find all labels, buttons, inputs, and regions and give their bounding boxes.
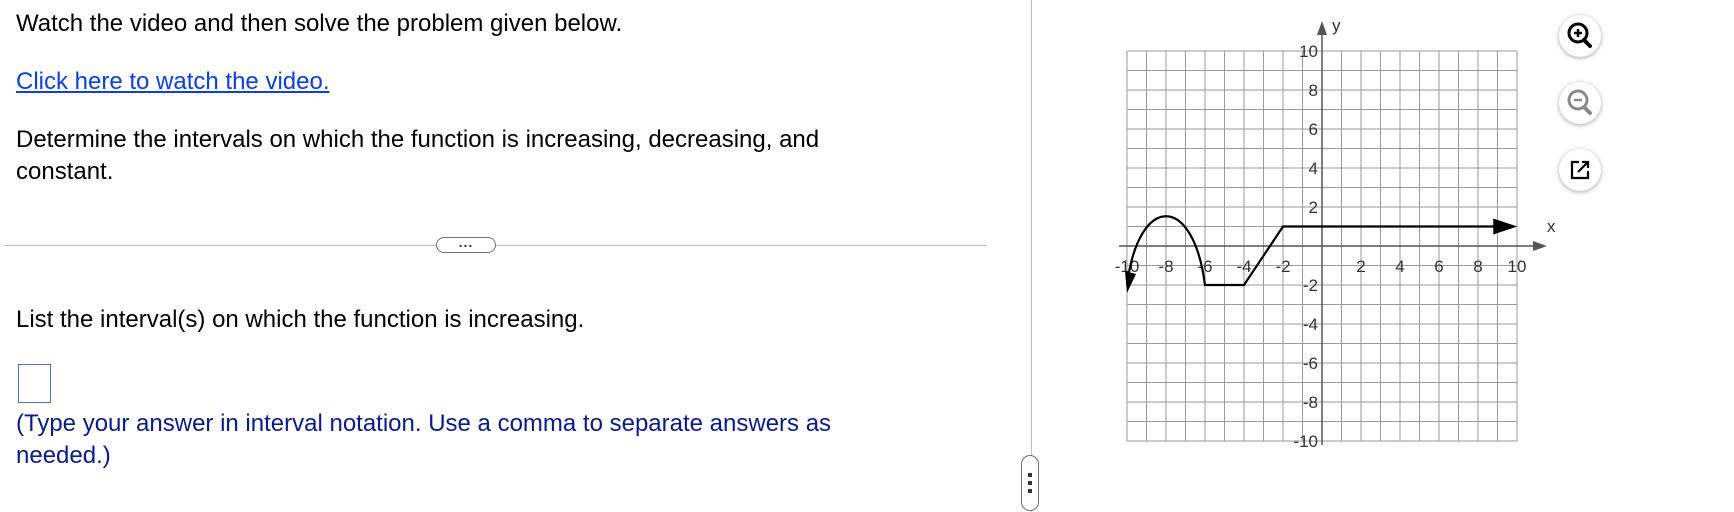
x-tick-label: 2 bbox=[1356, 257, 1365, 276]
y-tick-label: -6 bbox=[1303, 354, 1318, 373]
x-axis-label: x bbox=[1547, 217, 1556, 236]
question-pane: Watch the video and then solve the probl… bbox=[0, 0, 1030, 512]
popout-icon bbox=[1570, 160, 1590, 180]
splitter-handle[interactable] bbox=[1021, 455, 1039, 511]
x-tick-label: 10 bbox=[1508, 257, 1527, 276]
zoom-in-icon bbox=[1567, 22, 1592, 48]
y-axis-arrow bbox=[1317, 21, 1327, 35]
handle-dot bbox=[1028, 489, 1032, 493]
y-tick-label: 4 bbox=[1309, 159, 1318, 178]
curve-right-arrow bbox=[1493, 218, 1518, 235]
zoom-out-icon bbox=[1567, 89, 1592, 115]
intro-text: Watch the video and then solve the probl… bbox=[16, 10, 623, 37]
x-tick-label: 6 bbox=[1434, 257, 1443, 276]
expand-button[interactable]: ... bbox=[436, 235, 496, 253]
popout-button[interactable] bbox=[1559, 149, 1601, 191]
y-tick-label: 10 bbox=[1299, 42, 1318, 61]
zoom-in-button[interactable] bbox=[1559, 15, 1601, 57]
answer-input[interactable] bbox=[18, 364, 51, 403]
x-axis-arrow bbox=[1533, 241, 1547, 251]
hint-text: (Type your answer in interval notation. … bbox=[16, 410, 832, 469]
prompt-text: List the interval(s) on which the functi… bbox=[16, 306, 585, 333]
handle-dot bbox=[1028, 473, 1032, 477]
pane-splitter bbox=[1031, 0, 1032, 512]
question-text: Determine the intervals on which the fun… bbox=[16, 126, 820, 185]
page: Watch the video and then solve the probl… bbox=[0, 0, 1734, 512]
x-tick-label: -2 bbox=[1275, 257, 1290, 276]
function-graph: xy-10 -8 -6 -4 -2 2 4 6 8 10108642-2-4-6-8-10 bbox=[1115, 16, 1556, 451]
y-tick-label: -4 bbox=[1303, 315, 1318, 334]
video-link[interactable]: Click here to watch the video. bbox=[16, 66, 330, 98]
y-axis-label: y bbox=[1332, 16, 1341, 35]
y-tick-label: -10 bbox=[1293, 432, 1318, 451]
function-curve bbox=[1125, 215, 1508, 287]
y-tick-label: 8 bbox=[1309, 81, 1318, 100]
zoom-out-button[interactable] bbox=[1559, 82, 1601, 124]
y-tick-label: 2 bbox=[1309, 198, 1318, 217]
x-tick-label: -4 bbox=[1236, 257, 1251, 276]
handle-dot bbox=[1028, 481, 1032, 485]
x-tick-label: 8 bbox=[1473, 257, 1482, 276]
x-tick-label: -8 bbox=[1158, 257, 1173, 276]
y-tick-label: -8 bbox=[1303, 393, 1318, 412]
y-tick-label: 6 bbox=[1309, 120, 1318, 139]
y-tick-label: -2 bbox=[1303, 276, 1318, 295]
x-tick-label: 4 bbox=[1395, 257, 1404, 276]
